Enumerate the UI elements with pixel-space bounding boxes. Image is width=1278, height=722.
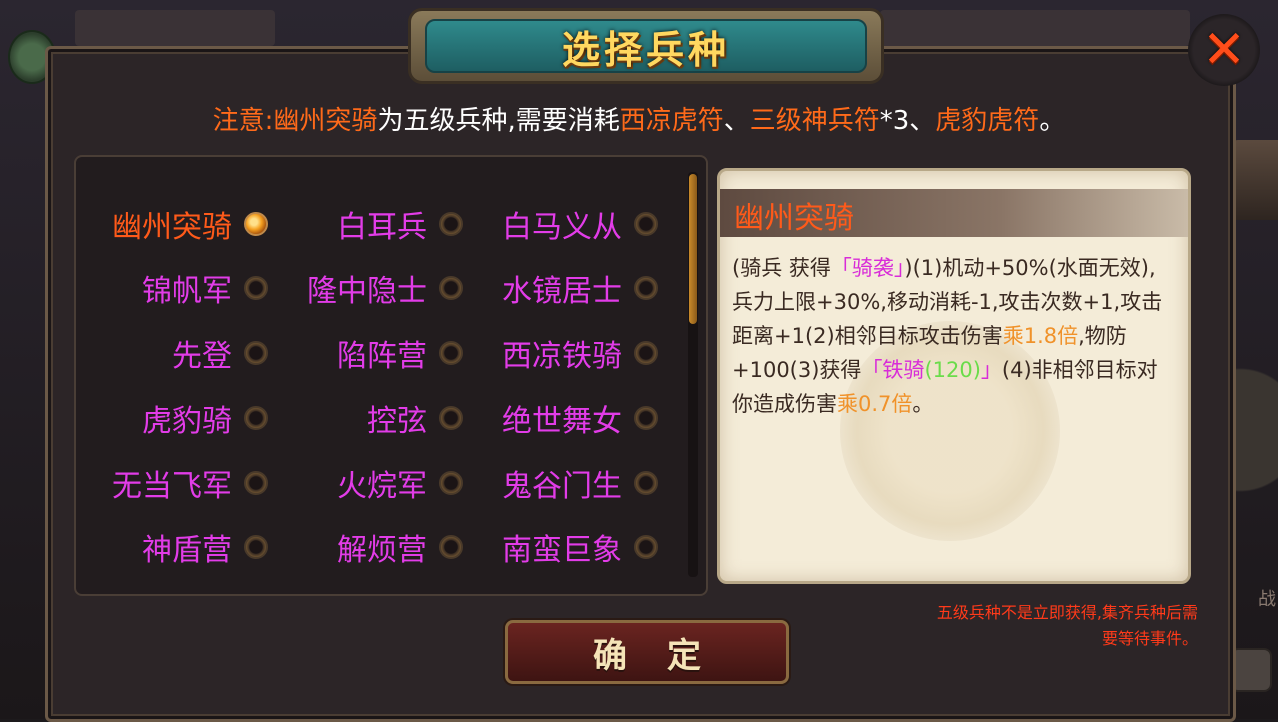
- unit-option[interactable]: 锦帆军: [142, 268, 268, 309]
- unit-option[interactable]: 白马义从: [502, 204, 658, 245]
- unit-detail-panel: 幽州突骑 (骑兵 获得「骑袭」)(1)机动+50%(水面无效),兵力上限+30%…: [717, 168, 1191, 584]
- unit-option[interactable]: 火烷军: [337, 463, 463, 504]
- radio-icon[interactable]: [244, 535, 268, 559]
- background-text: 战: [1258, 589, 1276, 610]
- radio-icon[interactable]: [634, 341, 658, 365]
- unit-option[interactable]: 南蛮巨象: [502, 527, 658, 568]
- unit-option-label: 解烦营: [337, 533, 427, 568]
- radio-icon[interactable]: [634, 471, 658, 495]
- unit-option[interactable]: 绝世舞女: [502, 398, 658, 439]
- unit-option[interactable]: 陷阵营: [337, 333, 463, 374]
- radio-selected-icon[interactable]: [244, 212, 268, 236]
- unit-option[interactable]: 虎豹骑: [142, 398, 268, 439]
- notice-qty: *3、: [879, 106, 936, 136]
- confirm-button-label: 确定: [593, 635, 741, 676]
- dialog-title: 选择兵种: [561, 27, 730, 72]
- desc-multiplier: 乘0.7倍: [837, 392, 913, 416]
- foot-note-line: 五级兵种不是立即获得,集齐兵种后需: [936, 603, 1198, 622]
- radio-icon[interactable]: [244, 276, 268, 300]
- scrollbar-thumb[interactable]: [689, 174, 697, 324]
- unit-option-label: 水镜居士: [502, 274, 622, 309]
- desc-skill: 「铁骑: [861, 358, 925, 382]
- notice-item3: 虎豹虎符: [935, 106, 1040, 136]
- unit-option[interactable]: 幽州突骑: [112, 204, 268, 245]
- radio-icon[interactable]: [439, 471, 463, 495]
- radio-icon[interactable]: [634, 212, 658, 236]
- close-x-icon: ✕: [1202, 20, 1246, 80]
- desc-text: (骑兵 获得: [732, 256, 831, 280]
- unit-option[interactable]: 鬼谷门生: [502, 463, 658, 504]
- background-strip: [75, 10, 275, 46]
- radio-icon[interactable]: [439, 276, 463, 300]
- desc-skill: 「骑袭」: [830, 256, 905, 280]
- unit-option[interactable]: 神盾营: [142, 527, 268, 568]
- unit-option-label: 先登: [172, 339, 232, 374]
- notice-unit: 幽州突骑: [273, 106, 378, 136]
- unit-option-label: 南蛮巨象: [502, 533, 622, 568]
- desc-text: 。: [912, 392, 934, 416]
- close-button[interactable]: ✕: [1188, 14, 1260, 86]
- unit-option-label: 神盾营: [142, 533, 232, 568]
- background-gear-icon: [1230, 648, 1272, 692]
- radio-icon[interactable]: [634, 276, 658, 300]
- unit-option[interactable]: 隆中隐士: [307, 268, 463, 309]
- unit-option-label: 无当飞军: [112, 469, 232, 504]
- detail-title: 幽州突骑: [734, 201, 854, 236]
- detail-description: (骑兵 获得「骑袭」)(1)机动+50%(水面无效),兵力上限+30%,移动消耗…: [732, 251, 1172, 421]
- unit-option-label: 虎豹骑: [142, 404, 232, 439]
- radio-icon[interactable]: [439, 341, 463, 365]
- unit-option-label: 幽州突骑: [112, 210, 232, 245]
- unit-option-label: 陷阵营: [337, 339, 427, 374]
- foot-note-line: 要等待事件。: [1101, 629, 1198, 648]
- radio-icon[interactable]: [244, 341, 268, 365]
- unit-option[interactable]: 无当飞军: [112, 463, 268, 504]
- notice-end: 。: [1039, 106, 1066, 136]
- radio-icon[interactable]: [439, 406, 463, 430]
- unit-option[interactable]: 水镜居士: [502, 268, 658, 309]
- foot-note: 五级兵种不是立即获得,集齐兵种后需 要等待事件。: [880, 600, 1198, 652]
- unit-option[interactable]: 西凉铁骑: [502, 333, 658, 374]
- notice-prefix: 注意:: [212, 106, 274, 136]
- unit-option-label: 鬼谷门生: [502, 469, 622, 504]
- unit-option-label: 白耳兵: [337, 210, 427, 245]
- unit-option[interactable]: 先登: [172, 333, 268, 374]
- unit-option-label: 绝世舞女: [502, 404, 622, 439]
- unit-option-label: 白马义从: [502, 210, 622, 245]
- radio-icon[interactable]: [634, 406, 658, 430]
- notice-sep: 、: [723, 106, 750, 136]
- confirm-button[interactable]: 确定: [505, 620, 789, 684]
- radio-icon[interactable]: [439, 535, 463, 559]
- title-banner: 选择兵种: [408, 8, 884, 84]
- background-strip: [880, 10, 1190, 46]
- notice-text: 注意:幽州突骑为五级兵种,需要消耗西凉虎符、三级神兵符*3、虎豹虎符。: [0, 100, 1278, 137]
- radio-icon[interactable]: [439, 212, 463, 236]
- unit-option[interactable]: 控弦: [367, 398, 463, 439]
- desc-skill-value: (120): [924, 358, 981, 382]
- unit-option[interactable]: 白耳兵: [337, 204, 463, 245]
- notice-item1: 西凉虎符: [619, 106, 724, 136]
- desc-skill: 」: [980, 358, 1002, 382]
- unit-option-label: 火烷军: [337, 469, 427, 504]
- unit-option-label: 锦帆军: [142, 274, 232, 309]
- unit-option-label: 西凉铁骑: [502, 339, 622, 374]
- unit-option-label: 隆中隐士: [307, 274, 427, 309]
- unit-option[interactable]: 解烦营: [337, 527, 463, 568]
- title-plate: 选择兵种: [425, 19, 867, 73]
- radio-icon[interactable]: [634, 535, 658, 559]
- desc-multiplier: 乘1.8倍: [1002, 324, 1079, 348]
- radio-icon[interactable]: [244, 406, 268, 430]
- notice-mid: 为五级兵种,需要消耗: [377, 106, 620, 136]
- unit-option-label: 控弦: [367, 404, 427, 439]
- notice-item2: 三级神兵符: [749, 106, 880, 136]
- radio-icon[interactable]: [244, 471, 268, 495]
